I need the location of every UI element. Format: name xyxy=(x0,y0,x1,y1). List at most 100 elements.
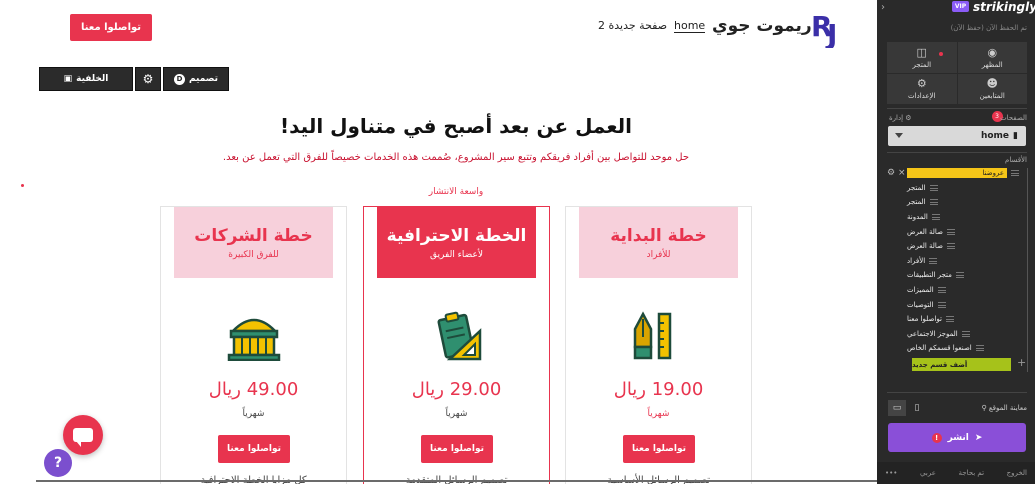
pen-ruler-icon xyxy=(633,311,672,360)
exit-link[interactable]: الخروج xyxy=(1007,469,1027,477)
section-label: المتجر xyxy=(907,183,926,192)
section-item[interactable]: اصنعوا قسمكم الخاص xyxy=(907,341,1031,356)
drag-handle-icon[interactable] xyxy=(946,228,955,235)
nav-link-home[interactable]: home xyxy=(674,19,706,33)
plan-period: شهرياً xyxy=(242,409,265,419)
section-label: صالة العرض xyxy=(907,242,943,251)
section-item[interactable]: صالة العرض xyxy=(907,239,1031,254)
section-label: المتجر xyxy=(907,198,926,207)
section-item[interactable]: المميزات xyxy=(907,283,1031,298)
publish-button[interactable]: ➤ انشر ! xyxy=(888,423,1026,452)
section-settings-button[interactable]: ⚙ xyxy=(135,67,161,91)
section-item[interactable]: التوصيات xyxy=(907,297,1031,312)
drag-handle-icon[interactable] xyxy=(955,272,964,279)
section-item[interactable]: تواصلوا معنا xyxy=(907,312,1031,327)
drag-handle-icon[interactable] xyxy=(1011,170,1019,177)
drag-handle-icon[interactable] xyxy=(929,199,938,206)
plus-icon[interactable]: + xyxy=(1017,356,1026,369)
manage-pages-link[interactable]: ⚙ إدارة xyxy=(889,114,912,122)
section-list: عروضنا المتجر المتجر المدونة صالة العرض … xyxy=(907,166,1031,356)
plan-card-pro[interactable]: الخطة الاحترافية لأعضاء الفريق 29.00 ريا… xyxy=(363,206,550,484)
section-headline[interactable]: العمل عن بعد أصبح في متناول اليد! xyxy=(160,114,752,138)
preview-site-link[interactable]: معاينة الموقع ⚲ xyxy=(982,404,1028,412)
tile-followers-label: المتابعين xyxy=(979,92,1005,101)
tile-store[interactable]: ◫ المتجر xyxy=(887,42,957,73)
section-item[interactable]: المتجر xyxy=(907,181,1031,196)
more-icon[interactable]: ••• xyxy=(885,469,897,477)
section-item[interactable]: المدونة xyxy=(907,210,1031,225)
drag-handle-icon[interactable] xyxy=(929,184,938,191)
section-label: المميزات xyxy=(907,286,934,295)
section-item[interactable]: متجر التطبيقات xyxy=(907,268,1031,283)
section-label: تواصلوا معنا xyxy=(907,315,942,324)
users-icon: ☻ xyxy=(986,77,998,91)
tile-settings[interactable]: ⚙ الإعدادات xyxy=(887,73,957,104)
help-button[interactable]: ? xyxy=(44,449,72,477)
brand-logo: strikingly xyxy=(973,0,1035,14)
canvas-bottom-border xyxy=(36,480,877,482)
chevron-down-icon xyxy=(895,133,903,138)
language-link[interactable]: عربي xyxy=(920,469,936,477)
section-tools: ⚙ × xyxy=(887,168,906,178)
clipboard-ruler-icon xyxy=(437,311,482,361)
section-item[interactable]: المتجر xyxy=(907,195,1031,210)
plan-card-enterprise[interactable]: خطة الشركات للفرق الكبيرة 49.00 ريال شهر… xyxy=(160,206,347,484)
gear-icon[interactable]: ⚙ xyxy=(887,168,895,178)
panel-footer: الخروج تم بحاجة عربي ••• xyxy=(877,462,1035,484)
publish-label: انشر xyxy=(947,432,969,443)
site-title[interactable]: ريموت جوي xyxy=(712,16,812,36)
tile-appearance[interactable]: ◉ المظهر xyxy=(957,42,1027,73)
popular-note: واسعة الانتشار xyxy=(428,187,484,197)
add-section-button[interactable]: أضف قسم جديد xyxy=(912,358,1011,371)
editor-stage: R J ريموت جوي home صفحة جديدة 2 تواصلوا … xyxy=(0,0,1035,484)
page-select[interactable]: home ▮ xyxy=(888,126,1026,146)
drag-handle-icon[interactable] xyxy=(945,316,954,323)
decorative-dot xyxy=(21,184,24,187)
rocket-icon: ➤ xyxy=(974,432,983,443)
drag-handle-icon[interactable] xyxy=(937,301,946,308)
section-subline[interactable]: حل موحد للتواصل بين أفراد فريقكم وتتبع س… xyxy=(160,152,752,163)
tile-followers[interactable]: 3 ☻ المتابعين xyxy=(957,73,1027,122)
section-item[interactable]: الموجز الاجتماعي xyxy=(907,327,1031,342)
drag-handle-icon[interactable] xyxy=(929,257,938,264)
vip-badge: VIP xyxy=(952,1,969,12)
close-icon[interactable]: × xyxy=(898,168,906,178)
nav-link-page-2[interactable]: صفحة جديدة 2 xyxy=(598,19,667,32)
warning-icon: ! xyxy=(931,432,942,443)
section-label: التوصيات xyxy=(907,300,934,309)
section-background-button[interactable]: الخلفية ▣ xyxy=(39,67,133,91)
building-icon xyxy=(227,318,281,361)
section-item[interactable]: الأفراد xyxy=(907,254,1031,269)
divider xyxy=(887,392,1027,393)
section-background-label: الخلفية xyxy=(76,74,109,84)
plan-contact-button[interactable]: تواصلوا معنا xyxy=(421,435,493,463)
section-design-button[interactable]: تصميم D xyxy=(163,67,229,91)
gear-icon: ⚙ xyxy=(916,77,927,91)
notification-dot xyxy=(939,52,943,56)
page-icon: ▮ xyxy=(1013,131,1018,141)
logo-rj-icon[interactable]: R J xyxy=(810,6,846,48)
header-contact-button[interactable]: تواصلوا معنا xyxy=(70,14,152,41)
plan-card-starter[interactable]: خطة البداية للأفراد 19.00 ريال شهرياً تو… xyxy=(565,206,752,484)
section-item[interactable]: عروضنا xyxy=(907,166,1031,181)
section-item[interactable]: صالة العرض xyxy=(907,224,1031,239)
drag-handle-icon[interactable] xyxy=(961,330,970,337)
drag-handle-icon[interactable] xyxy=(931,214,940,221)
section-toolbar: الخلفية ▣ ⚙ تصميم D xyxy=(39,67,229,91)
plan-period: شهرياً xyxy=(445,409,468,419)
desktop-icon[interactable]: ▭ xyxy=(888,400,906,416)
mobile-icon[interactable]: ▯ xyxy=(908,400,926,416)
search-icon: ⚲ xyxy=(981,404,987,412)
save-status[interactable]: تم الحفظ الآن (حفظ الآن) xyxy=(951,24,1027,32)
plan-contact-button[interactable]: تواصلوا معنا xyxy=(623,435,695,463)
collapse-chevron-icon[interactable]: › xyxy=(881,2,885,13)
manage-label: إدارة xyxy=(889,114,904,122)
drag-handle-icon[interactable] xyxy=(946,243,955,250)
plan-title: خطة الشركات xyxy=(194,225,313,246)
chat-bubble-button[interactable] xyxy=(63,415,103,455)
chat-link[interactable]: تم بحاجة xyxy=(959,469,985,477)
drag-handle-icon[interactable] xyxy=(937,287,946,294)
plan-contact-button[interactable]: تواصلوا معنا xyxy=(218,435,290,463)
divider xyxy=(887,108,1027,109)
drag-handle-icon[interactable] xyxy=(975,345,984,352)
